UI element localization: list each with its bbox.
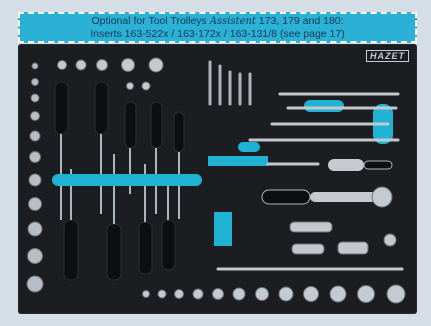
top-socket-row	[57, 57, 164, 91]
info-banner: Optional for Tool Trolleys Assistent 173…	[18, 12, 417, 43]
banner-line-1-suffix: 173, 179 and 180:	[258, 15, 344, 27]
banner-line-1-prefix: Optional for Tool Trolleys	[91, 15, 207, 27]
banner-brand-script: Assistent	[209, 16, 256, 27]
ratchets	[261, 159, 393, 208]
catalog-figure: Optional for Tool Trolleys Assistent 173…	[0, 0, 431, 326]
left-socket-column	[26, 62, 44, 293]
tool-tray-insert: HAZET	[18, 44, 417, 314]
hex-keys	[208, 60, 252, 106]
bottom-socket-row	[142, 284, 406, 304]
banner-line-2: Inserts 163-522x / 163-172x / 163-131/8 …	[90, 28, 345, 40]
brand-logo: HAZET	[366, 50, 409, 62]
adaptors	[289, 221, 397, 255]
banner-line-1: Optional for Tool Trolleys Assistent 173…	[20, 15, 415, 28]
tray-illustration	[26, 57, 406, 304]
